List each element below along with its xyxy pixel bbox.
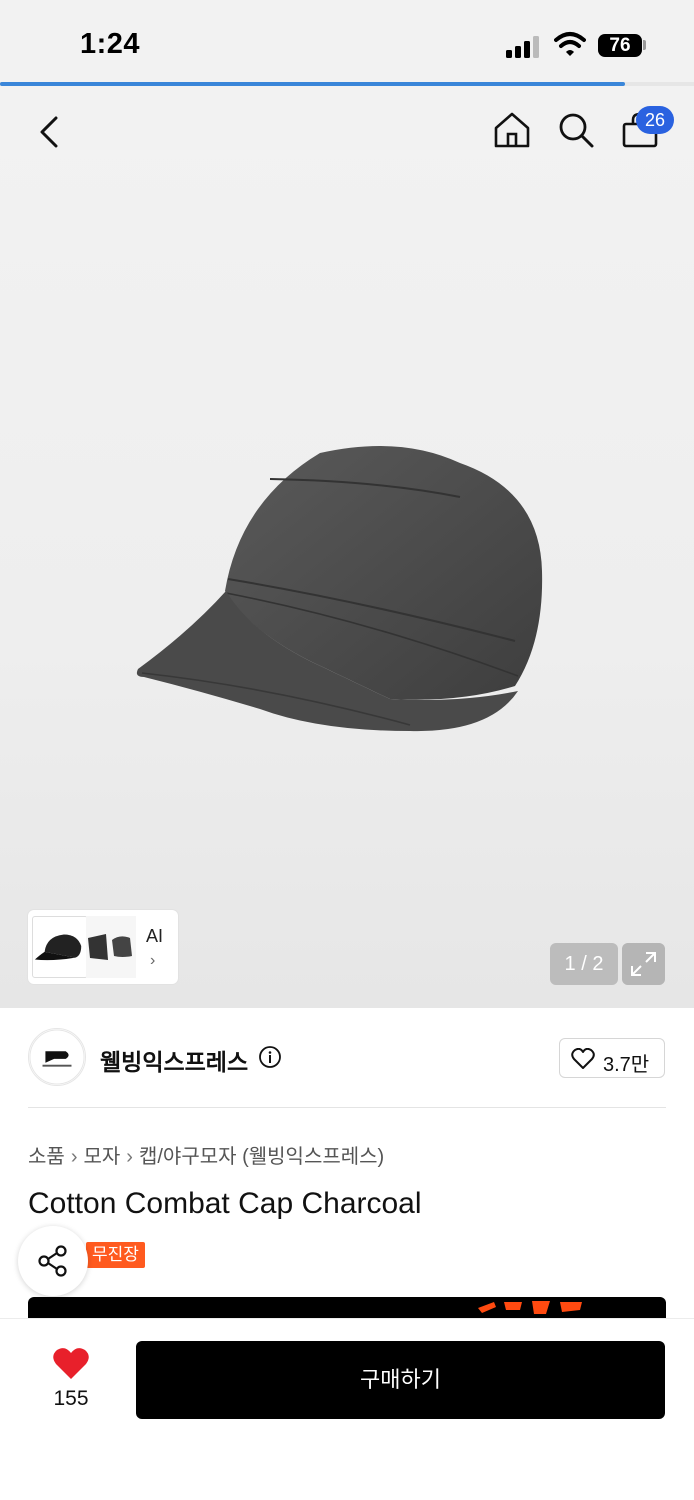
breadcrumb-separator: › (126, 1146, 133, 1168)
bottom-action-bar: 155 구매하기 (0, 1318, 694, 1500)
thumbnail-side[interactable] (86, 916, 136, 978)
share-icon (38, 1245, 67, 1277)
search-icon[interactable] (554, 108, 598, 152)
breadcrumb-item[interactable]: 캡/야구모자 (웰빙익스프레스) (139, 1146, 384, 1168)
heart-filled-icon[interactable] (52, 1347, 90, 1381)
breadcrumb-item[interactable]: 모자 (83, 1146, 120, 1168)
brand-like-count: 3.7만 (603, 1054, 650, 1076)
back-icon[interactable] (30, 112, 70, 152)
brand-like-button[interactable]: 3.7만 (559, 1038, 665, 1078)
wifi-icon (554, 32, 586, 56)
ai-label: AI (146, 926, 164, 946)
buy-button[interactable]: 구매하기 (136, 1341, 665, 1419)
chevron-right-icon: › (150, 952, 156, 969)
cart-count-badge: 26 (636, 106, 674, 134)
status-time: 1:24 (80, 28, 141, 60)
wish-count: 155 (53, 1387, 89, 1410)
cellular-signal-icon (506, 34, 542, 58)
info-icon[interactable] (258, 1045, 282, 1069)
promo-banner-graphic (478, 1301, 582, 1314)
product-tag-badge: 무진장 (86, 1242, 145, 1268)
breadcrumb: 소품 › 모자 › 캡/야구모자 (웰빙익스프레스) (28, 1140, 384, 1169)
share-button[interactable] (18, 1226, 88, 1296)
brand-row[interactable]: 웰빙익스프레스 3.7만 (28, 1028, 666, 1088)
promo-banner[interactable] (28, 1297, 666, 1319)
product-title: Cotton Combat Cap Charcoal (28, 1187, 422, 1220)
status-bar: 1:24 76 (0, 0, 694, 84)
image-page-counter: 1 / 2 (550, 943, 618, 985)
expand-icon[interactable] (622, 943, 665, 985)
battery-indicator: 76 (598, 34, 642, 57)
thumbnail-front[interactable] (32, 916, 88, 978)
product-gallery[interactable]: 26 AI › 1 / 2 (0, 86, 694, 1008)
heart-outline-icon (571, 1048, 595, 1069)
product-image[interactable] (130, 441, 550, 741)
breadcrumb-separator: › (70, 1146, 78, 1168)
thumbnail-strip[interactable]: AI › (28, 910, 178, 984)
brand-name[interactable]: 웰빙익스프레스 (100, 1043, 248, 1077)
breadcrumb-item[interactable]: 소품 (28, 1146, 65, 1168)
battery-tip (643, 40, 646, 50)
home-icon[interactable] (490, 108, 534, 152)
divider (28, 1107, 666, 1108)
brand-logo[interactable] (28, 1028, 86, 1086)
